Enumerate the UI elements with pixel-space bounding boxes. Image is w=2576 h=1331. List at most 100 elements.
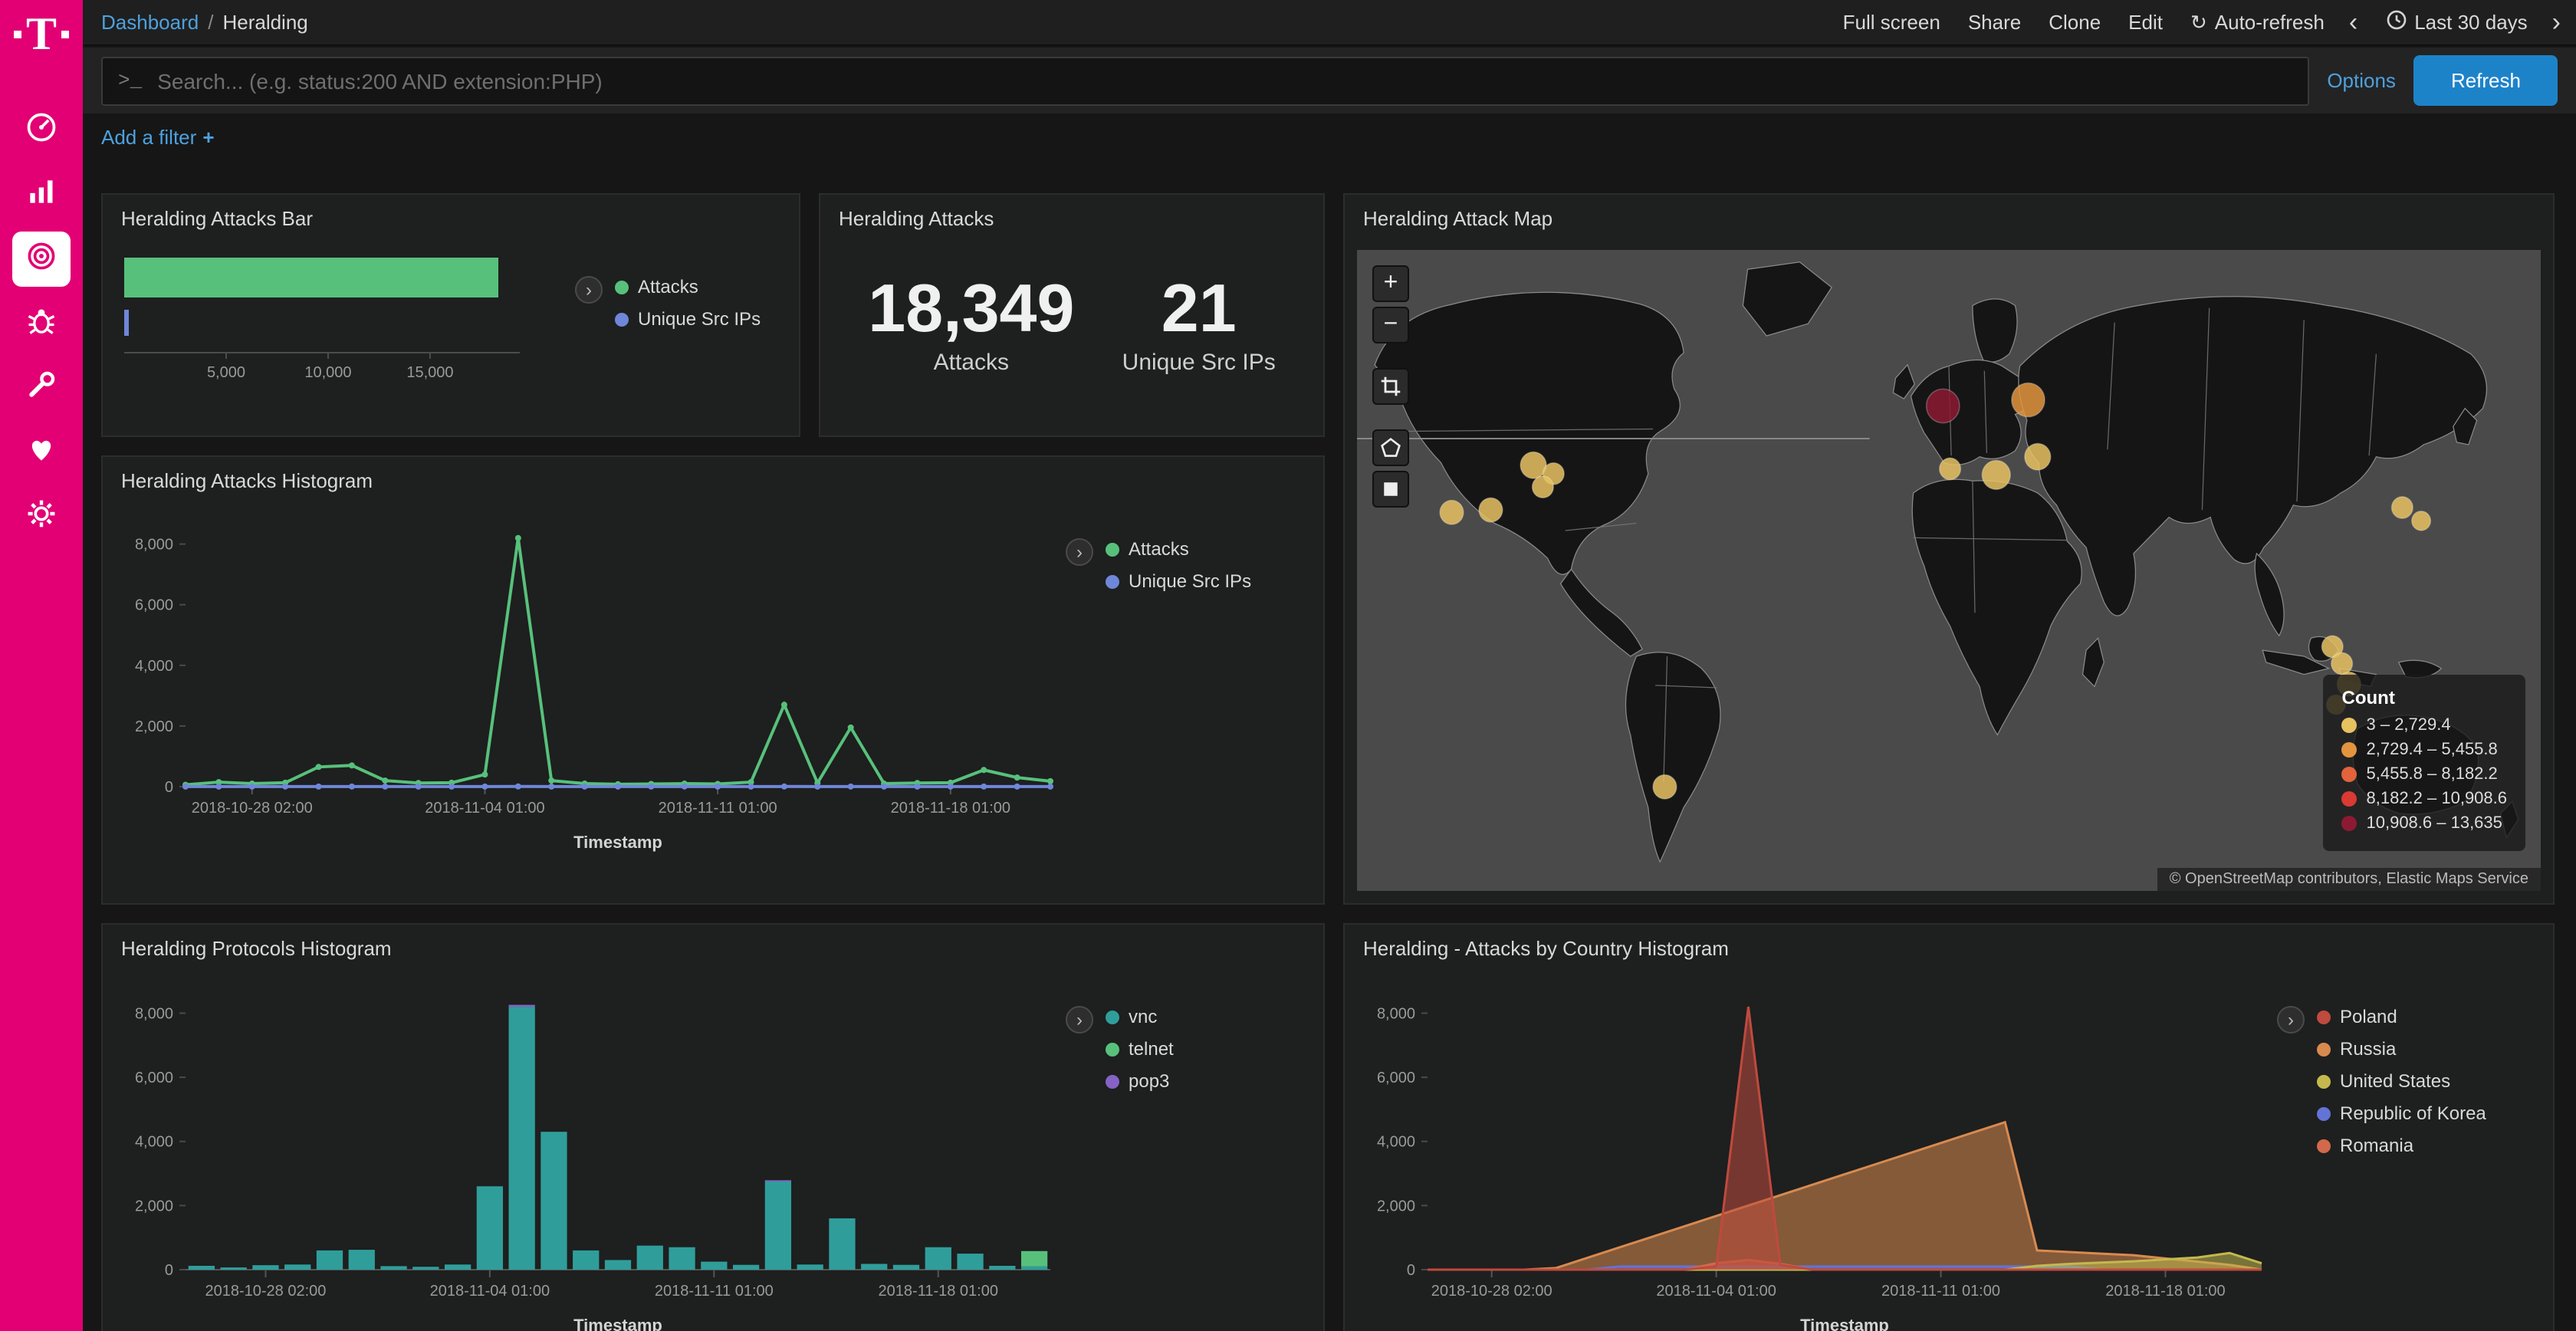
refresh-cycle-icon: ↻ — [2190, 10, 2207, 35]
svg-text:Timestamp: Timestamp — [573, 833, 662, 852]
svg-text:15,000: 15,000 — [406, 364, 453, 381]
sidebar-item-heralding[interactable] — [12, 232, 71, 287]
protocols-histogram-chart[interactable]: 02,0004,0006,0008,0002018-10-28 02:00201… — [115, 963, 1066, 1331]
panel-title[interactable]: Heralding Attacks — [820, 195, 1323, 233]
sidebar-item-attackers[interactable] — [12, 296, 71, 351]
legend-item[interactable]: Poland — [2317, 1006, 2486, 1027]
zoom-out-button[interactable]: − — [1372, 307, 1409, 343]
svg-text:6,000: 6,000 — [135, 1070, 173, 1086]
legend-item[interactable]: Attacks — [615, 276, 761, 297]
polygon-draw-icon[interactable] — [1372, 429, 1409, 466]
plus-icon: + — [202, 126, 214, 149]
attacks-bar-chart[interactable]: 5,00010,00015,000 — [115, 233, 575, 386]
time-range-label: Last 30 days — [2414, 11, 2527, 34]
legend-item: 2,729.4 – 5,455.8 — [2342, 741, 2508, 759]
legend-dot — [1106, 542, 1119, 556]
unique-src-ips-label: Unique Src IPs — [1122, 350, 1276, 376]
panel-title[interactable]: Heralding Attacks Histogram — [103, 457, 1323, 495]
svg-text:0: 0 — [1407, 1262, 1415, 1279]
panel-title[interactable]: Heralding Protocols Histogram — [103, 925, 1323, 963]
sidebar-item-charts[interactable] — [12, 167, 71, 222]
query-bar: >_ Search... (e.g. status:200 AND extens… — [83, 48, 2576, 113]
app-root: T Dashboard / Heralding Full screen — [0, 0, 2576, 1331]
panel-attacks-by-country-histogram: Heralding - Attacks by Country Histogram… — [1343, 923, 2555, 1331]
time-forward-button[interactable]: › — [2552, 9, 2561, 35]
legend-dot — [2342, 791, 2358, 807]
add-filter-link[interactable]: Add a filter+ — [101, 126, 215, 149]
time-range-picker[interactable]: Last 30 days — [2385, 9, 2527, 35]
telekom-logo[interactable]: T — [14, 15, 69, 67]
map-attribution[interactable]: © OpenStreetMap contributors, Elastic Ma… — [2157, 868, 2541, 891]
time-back-button[interactable]: ‹ — [2349, 9, 2358, 35]
svg-text:2018-11-11 01:00: 2018-11-11 01:00 — [655, 1283, 774, 1300]
rectangle-draw-icon[interactable] — [1372, 471, 1409, 508]
auto-refresh-button[interactable]: ↻ Auto-refresh — [2190, 10, 2325, 35]
legend-item[interactable]: Attacks — [1106, 538, 1251, 560]
zoom-in-button[interactable]: + — [1372, 265, 1409, 302]
attacks-label: Attacks — [868, 350, 1074, 376]
legend-dot — [1106, 1074, 1119, 1088]
fit-bounds-icon[interactable] — [1372, 368, 1409, 405]
svg-text:2018-11-04 01:00: 2018-11-04 01:00 — [425, 800, 544, 817]
logo-dot-left — [14, 31, 21, 38]
sidebar-item-tools[interactable] — [12, 360, 71, 416]
legend-item[interactable]: Romania — [2317, 1135, 2486, 1156]
edit-button[interactable]: Edit — [2128, 11, 2163, 34]
panel-title[interactable]: Heralding Attack Map — [1345, 195, 2553, 233]
svg-text:4,000: 4,000 — [135, 658, 173, 675]
legend-item[interactable]: Russia — [2317, 1038, 2486, 1060]
legend-item: 10,908.6 – 13,635 — [2342, 814, 2508, 833]
bar-chart-icon — [25, 174, 58, 215]
panel-title[interactable]: Heralding - Attacks by Country Histogram — [1345, 925, 2553, 963]
legend-item[interactable]: Unique Src IPs — [1106, 570, 1251, 592]
legend-item[interactable]: United States — [2317, 1070, 2486, 1092]
panel-heralding-attacks-bar: Heralding Attacks Bar 5,00010,00015,000 … — [101, 193, 800, 437]
gauge-icon — [25, 110, 58, 151]
clone-button[interactable]: Clone — [2049, 11, 2101, 34]
legend-dot — [2342, 816, 2358, 831]
svg-text:8,000: 8,000 — [135, 1005, 173, 1022]
country-histogram-chart[interactable]: 02,0004,0006,0008,0002018-10-28 02:00201… — [1357, 963, 2277, 1331]
svg-text:Timestamp: Timestamp — [1800, 1316, 1889, 1331]
query-prompt-icon: >_ — [118, 69, 142, 92]
tpot-sidebar: T — [0, 0, 83, 1331]
attacks-histogram-chart[interactable]: 02,0004,0006,0008,0002018-10-28 02:00201… — [115, 495, 1066, 863]
query-options-link[interactable]: Options — [2327, 69, 2396, 92]
dashboard-grid: Heralding Attacks Bar 5,00010,00015,000 … — [101, 193, 2555, 1331]
legend-item[interactable]: telnet — [1106, 1038, 1174, 1060]
share-button[interactable]: Share — [1968, 11, 2021, 34]
breadcrumb-dashboard-link[interactable]: Dashboard — [101, 11, 199, 34]
unique-src-ips-metric: 21 Unique Src IPs — [1122, 273, 1276, 376]
legend-label: Republic of Korea — [2340, 1103, 2486, 1124]
legend-item[interactable]: Unique Src IPs — [615, 308, 761, 330]
legend-toggle-icon[interactable]: › — [575, 276, 603, 304]
legend-item[interactable]: pop3 — [1106, 1070, 1174, 1092]
bug-icon — [25, 303, 58, 344]
logo-t-glyph: T — [26, 15, 57, 55]
legend-item[interactable]: vnc — [1106, 1006, 1174, 1027]
legend-label: 2,729.4 – 5,455.8 — [2367, 741, 2498, 759]
legend-label: 3 – 2,729.4 — [2367, 716, 2451, 735]
legend-dot — [1106, 1042, 1119, 1056]
legend-label: Attacks — [638, 276, 698, 297]
full-screen-button[interactable]: Full screen — [1843, 11, 1940, 34]
svg-text:Timestamp: Timestamp — [573, 1316, 662, 1331]
svg-text:0: 0 — [165, 779, 173, 796]
legend-dot — [2342, 742, 2358, 758]
legend-label: 8,182.2 – 10,908.6 — [2367, 790, 2508, 808]
world-map[interactable]: + − Count 3 – 2,729.42,729.4 – 5,455.85,… — [1357, 250, 2541, 891]
legend-toggle-icon[interactable]: › — [2277, 1006, 2305, 1034]
svg-text:2018-11-04 01:00: 2018-11-04 01:00 — [430, 1283, 550, 1300]
svg-text:2018-11-18 01:00: 2018-11-18 01:00 — [2105, 1283, 2225, 1300]
legend-toggle-icon[interactable]: › — [1066, 538, 1093, 566]
panel-title[interactable]: Heralding Attacks Bar — [103, 195, 799, 233]
refresh-button[interactable]: Refresh — [2414, 55, 2558, 106]
search-input[interactable]: >_ Search... (e.g. status:200 AND extens… — [101, 56, 2308, 105]
legend-toggle-icon[interactable]: › — [1066, 1006, 1093, 1034]
sidebar-item-settings[interactable] — [12, 489, 71, 544]
sidebar-item-overview[interactable] — [12, 103, 71, 158]
legend-dot — [615, 312, 629, 326]
sidebar-item-health[interactable] — [12, 425, 71, 480]
legend-item[interactable]: Republic of Korea — [2317, 1103, 2486, 1124]
attacks-value: 18,349 — [868, 273, 1074, 347]
